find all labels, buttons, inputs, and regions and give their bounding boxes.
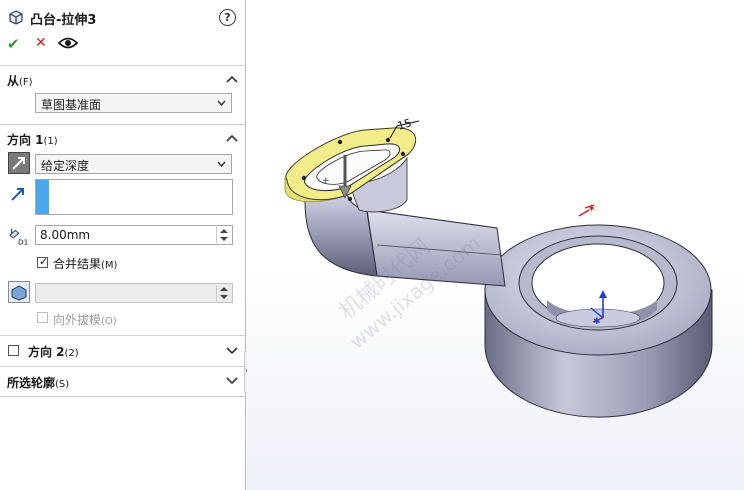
- merge-result-text: 合并结果: [53, 257, 102, 271]
- section-contours-title[interactable]: 所选轮廓(S): [7, 374, 69, 391]
- direction-vector-icon: [11, 188, 24, 201]
- reverse-direction-icon[interactable]: [8, 152, 30, 174]
- section-direction1-label: 方向 1: [7, 133, 44, 147]
- merge-result-checkbox[interactable]: ✓: [37, 255, 49, 268]
- draft-outward-text: 向外拔模: [53, 313, 102, 327]
- draft-outward-label[interactable]: 向外拔模(O): [53, 311, 117, 328]
- spin-down-icon[interactable]: [220, 237, 228, 241]
- divider: [0, 65, 245, 66]
- direction-selection-box[interactable]: [35, 179, 233, 215]
- spin-up-icon[interactable]: [220, 287, 228, 291]
- from-select[interactable]: 草图基准面: [35, 93, 232, 113]
- section-contours-hotkey: (S): [55, 379, 70, 390]
- checkmark-icon: ✓: [39, 255, 49, 268]
- end-condition-value: 给定深度: [41, 159, 90, 173]
- end-condition-select[interactable]: 给定深度: [35, 154, 232, 174]
- divider: [0, 366, 245, 367]
- selection-focus-bar: [36, 180, 49, 214]
- divider: [0, 396, 245, 397]
- feature-header: 凸台-拉伸3 ?: [0, 0, 246, 32]
- divider: [0, 335, 245, 336]
- depth-input-value: 8.00mm: [40, 228, 91, 242]
- section-direction1-hotkey: (1): [43, 136, 58, 147]
- svg-text:+: +: [322, 176, 330, 186]
- draft-outward-checkbox[interactable]: [37, 312, 48, 323]
- merge-result-hotkey: (M): [101, 260, 118, 271]
- section-from-label: 从: [7, 74, 20, 88]
- chevron-down-icon: [217, 161, 226, 167]
- draft-toggle-icon[interactable]: [8, 281, 30, 303]
- section-from-hotkey: (F): [19, 77, 33, 88]
- svg-text:✱: ✱: [593, 317, 601, 327]
- from-select-value: 草图基准面: [41, 98, 102, 112]
- model-view[interactable]: + 15 ✶ ✱ 机械时代网 www.jixage.com: [247, 0, 744, 490]
- depth-dimension-label: D1: [18, 237, 28, 246]
- spin-down-icon[interactable]: [220, 295, 228, 299]
- direction2-checkbox[interactable]: [8, 345, 19, 356]
- property-manager: 凸台-拉伸3 ? ✔ ✕ 从(F) 草图基准面 方向 1(1) 给定深度 D1 …: [0, 0, 246, 490]
- depth-spinner[interactable]: [216, 227, 231, 243]
- divider: [0, 124, 245, 125]
- help-icon[interactable]: ?: [219, 9, 236, 26]
- merge-result-label[interactable]: 合并结果(M): [53, 255, 117, 272]
- chevron-up-icon[interactable]: [226, 75, 238, 83]
- draft-outward-hotkey: (O): [101, 316, 117, 327]
- draft-spinner[interactable]: [216, 285, 231, 301]
- chevron-down-icon[interactable]: [226, 377, 238, 385]
- cancel-button[interactable]: ✕: [35, 35, 47, 51]
- section-from-title[interactable]: 从(F): [7, 72, 33, 89]
- section-contours-label: 所选轮廓: [7, 376, 56, 390]
- depth-dimension-icon: D1: [9, 228, 28, 246]
- graphics-area[interactable]: + 15 ✶ ✱ 机械时代网 www.jixage.com: [247, 0, 744, 490]
- feature-title: 凸台-拉伸3: [30, 13, 97, 28]
- section-direction2-hotkey: (2): [64, 348, 79, 359]
- chevron-up-icon[interactable]: [226, 134, 238, 142]
- chevron-down-icon: [217, 100, 226, 106]
- preview-eye-icon[interactable]: [58, 36, 78, 50]
- spin-up-icon[interactable]: [220, 229, 228, 233]
- section-direction1-title[interactable]: 方向 1(1): [7, 131, 58, 148]
- ok-button[interactable]: ✔: [7, 35, 20, 53]
- depth-input[interactable]: 8.00mm: [35, 225, 233, 245]
- chevron-down-icon[interactable]: [226, 347, 238, 355]
- boss-extrude-icon: [9, 10, 23, 25]
- section-direction2-label: 方向 2: [28, 345, 65, 359]
- app-window: 凸台-拉伸3 ? ✔ ✕ 从(F) 草图基准面 方向 1(1) 给定深度 D1 …: [0, 0, 744, 490]
- svg-text:✶: ✶: [587, 202, 596, 215]
- draft-angle-input[interactable]: [35, 283, 233, 303]
- section-direction2-title[interactable]: 方向 2(2): [28, 343, 79, 360]
- red-reference-triad-icon: ✶: [578, 202, 596, 217]
